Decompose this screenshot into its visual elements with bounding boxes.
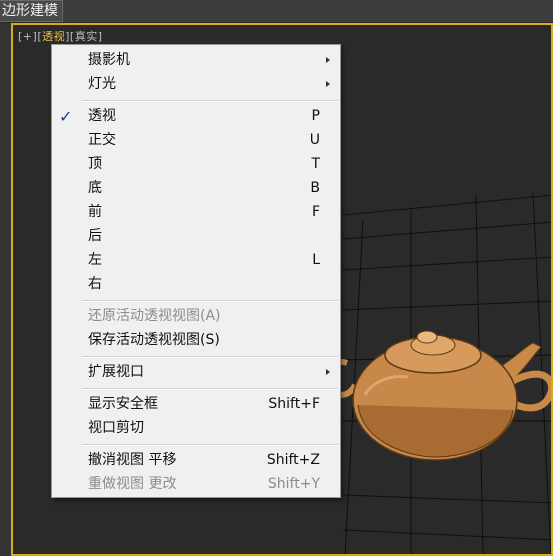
menu-item-restore-view: 还原活动透视视图(A) bbox=[52, 305, 340, 327]
menu-item-redo-view: 重做视图 更改 Shift+Y bbox=[52, 473, 340, 495]
menu-item-label: 灯光 bbox=[88, 76, 116, 92]
menu-item-camera[interactable]: 摄影机 bbox=[52, 49, 340, 71]
viewport-plus-label[interactable]: [+] bbox=[18, 30, 37, 43]
menu-item-shortcut: Shift+Z bbox=[266, 452, 320, 468]
menu-item-label: 正交 bbox=[88, 132, 116, 148]
menu-item-label: 撤消视图 平移 bbox=[88, 452, 177, 468]
menu-item-safe-frame[interactable]: 显示安全框 Shift+F bbox=[52, 393, 340, 415]
submenu-arrow-icon bbox=[326, 369, 330, 375]
viewport-label-menu: [+][透视][真实] bbox=[18, 30, 103, 43]
menu-separator bbox=[82, 444, 338, 446]
menu-item-label: 还原活动透视视图(A) bbox=[88, 308, 221, 324]
menu-separator bbox=[82, 388, 338, 390]
menu-item-shortcut: L bbox=[312, 252, 320, 268]
menu-separator bbox=[82, 300, 338, 302]
menu-item-lights[interactable]: 灯光 bbox=[52, 73, 340, 95]
menu-item-shortcut: U bbox=[309, 132, 320, 148]
menu-item-shortcut: F bbox=[311, 204, 320, 220]
menu-item-shortcut: T bbox=[311, 156, 320, 172]
menu-item-label: 右 bbox=[88, 276, 102, 292]
submenu-arrow-icon bbox=[326, 81, 330, 87]
menu-item-top[interactable]: 顶 T bbox=[52, 153, 340, 175]
menu-item-label: 左 bbox=[88, 252, 102, 268]
menu-item-label: 视口剪切 bbox=[88, 420, 144, 436]
menu-item-save-view[interactable]: 保存活动透视视图(S) bbox=[52, 329, 340, 351]
menu-item-shortcut: B bbox=[310, 180, 320, 196]
menu-item-right[interactable]: 右 bbox=[52, 273, 340, 295]
menu-separator bbox=[82, 356, 338, 358]
menu-item-bottom[interactable]: 底 B bbox=[52, 177, 340, 199]
menu-item-label: 前 bbox=[88, 204, 102, 220]
menu-item-orthographic[interactable]: 正交 U bbox=[52, 129, 340, 151]
menu-item-label: 摄影机 bbox=[88, 52, 130, 68]
title-bar: 边形建模 bbox=[0, 0, 553, 23]
window-title-tab[interactable]: 边形建模 bbox=[0, 0, 63, 22]
menu-item-label: 保存活动透视视图(S) bbox=[88, 332, 220, 348]
viewport-context-menu: 摄影机 灯光 ✓ 透视 P 正交 U 顶 T 底 B 前 F 后 左 L 右 还… bbox=[51, 44, 341, 498]
menu-item-label: 顶 bbox=[88, 156, 102, 172]
viewport-view-label[interactable]: 透视 bbox=[42, 30, 65, 43]
menu-item-label: 扩展视口 bbox=[88, 364, 144, 380]
left-strip bbox=[0, 23, 11, 556]
menu-item-viewport-clipping[interactable]: 视口剪切 bbox=[52, 417, 340, 439]
viewport-shading-label[interactable]: 真实 bbox=[75, 30, 98, 43]
submenu-arrow-icon bbox=[326, 57, 330, 63]
teapot-model bbox=[323, 330, 551, 461]
menu-item-back[interactable]: 后 bbox=[52, 225, 340, 247]
menu-item-label: 重做视图 更改 bbox=[88, 476, 177, 492]
menu-item-shortcut: P bbox=[311, 108, 320, 124]
menu-item-label: 底 bbox=[88, 180, 102, 196]
menu-item-extended-viewports[interactable]: 扩展视口 bbox=[52, 361, 340, 383]
menu-separator bbox=[82, 100, 338, 102]
menu-item-left[interactable]: 左 L bbox=[52, 249, 340, 271]
menu-item-shortcut: Shift+F bbox=[268, 396, 320, 412]
checkmark-icon: ✓ bbox=[59, 107, 73, 126]
menu-item-perspective[interactable]: ✓ 透视 P bbox=[52, 105, 340, 127]
menu-item-label: 后 bbox=[88, 228, 102, 244]
menu-item-shortcut: Shift+Y bbox=[267, 476, 320, 492]
menu-item-front[interactable]: 前 F bbox=[52, 201, 340, 223]
menu-item-label: 透视 bbox=[88, 108, 116, 124]
menu-item-label: 显示安全框 bbox=[88, 396, 158, 412]
menu-item-undo-view[interactable]: 撤消视图 平移 Shift+Z bbox=[52, 449, 340, 471]
